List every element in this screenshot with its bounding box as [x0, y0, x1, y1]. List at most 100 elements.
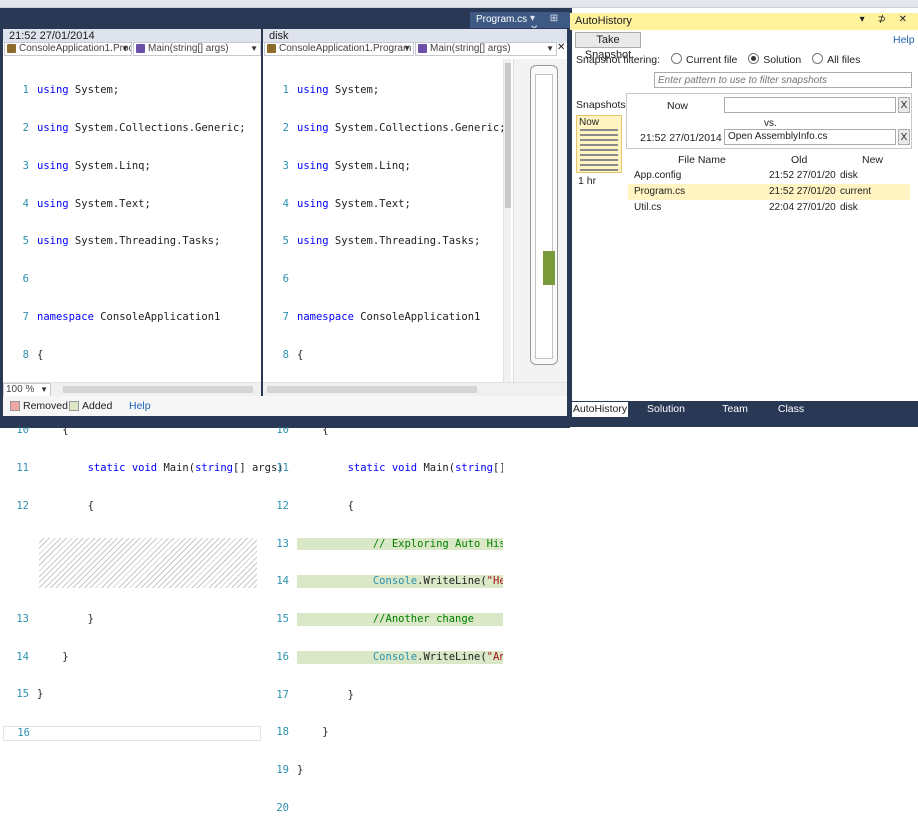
code-line: 1 using System; [22, 84, 120, 97]
code-line: 3 using System.Linq; [22, 159, 151, 172]
snapshot-now-label: Now [579, 117, 600, 128]
snapshots-label: Snapshots [576, 99, 626, 111]
column-new[interactable]: New [862, 154, 883, 166]
clear-bottom-button[interactable]: X [898, 129, 910, 145]
compare-top-label: Now [667, 100, 689, 112]
clear-top-button[interactable]: X [898, 97, 910, 113]
left-class-combo[interactable]: ConsoleApplication1.Proc ▼ [4, 42, 132, 56]
cell-new: disk [840, 170, 858, 181]
removed-label: Removed [23, 400, 68, 412]
scroll-thumb[interactable] [63, 386, 253, 393]
code-line-added: 16 Console.WriteLine("Anothe [263, 650, 503, 664]
overview-added-marker [543, 251, 555, 285]
tab-class-view[interactable]: Class View [767, 402, 815, 430]
snapshot-filtering: Snapshot filtering: Current file Solutio… [576, 53, 860, 66]
cell-new: disk [840, 202, 858, 213]
table-row-selected[interactable]: Program.cs 21:52 27/01/20 current [628, 184, 910, 200]
radio-solution[interactable]: Solution [748, 53, 801, 66]
compare-bottom-label: 21:52 27/01/2014 [640, 132, 722, 144]
snapshot-now[interactable]: Now [576, 115, 622, 173]
left-pane-header: 21:52 27/01/2014 [3, 29, 261, 43]
code-line: 1 using System; [282, 84, 380, 97]
cell-file: App.config [634, 170, 682, 181]
code-line-added: 13 // Exploring Auto History [263, 537, 503, 551]
combo-value: Main(string[] args) [148, 43, 229, 54]
toolbar-strip [0, 0, 918, 8]
code-line: 2 using System.Collections.Generic; [282, 121, 503, 134]
class-icon [7, 44, 16, 53]
code-line: 5 using System.Threading.Tasks; [22, 235, 221, 248]
code-line: 6 [22, 273, 29, 286]
right-class-combo[interactable]: ConsoleApplication1.Program ▼ [264, 42, 414, 56]
chevron-down-icon: ▼ [121, 44, 129, 53]
right-member-combo[interactable]: Main(string[] args) ▼ [415, 42, 557, 56]
table-row[interactable]: App.config 21:52 27/01/20 disk [628, 168, 910, 184]
column-file[interactable]: File Name [678, 154, 726, 166]
snapshot-1hr-label: 1 hr [578, 175, 597, 187]
tab-program-cs[interactable]: Program.cs ▾ ⊞ ✕ [470, 12, 570, 35]
tool-window-tabs: AutoHistory Solution Explorer Team Explo… [570, 401, 918, 430]
left-diff-pane: 21:52 27/01/2014 ConsoleApplication1.Pro… [3, 29, 284, 741]
filter-pattern-input[interactable] [654, 72, 912, 88]
left-horizontal-scrollbar[interactable]: 100 % ▼ [3, 382, 261, 397]
tab-label: Program.cs [476, 14, 528, 25]
combo-value: Main(string[] args) [430, 43, 511, 54]
table-header: File Name Old New [628, 153, 910, 167]
chevron-down-icon: ▼ [250, 44, 258, 53]
scroll-thumb[interactable] [267, 386, 477, 393]
filter-label: Snapshot filtering: [576, 54, 661, 66]
code-line: 4 using System.Text; [22, 197, 151, 210]
right-code[interactable]: 1 using System; 2 using System.Collections… [263, 59, 503, 840]
code-line: 5 using System.Threading.Tasks; [282, 235, 481, 248]
cell-file: Util.cs [634, 202, 662, 213]
removed-swatch [10, 401, 20, 411]
diff-overview-map[interactable] [513, 59, 567, 382]
compare-box: Now X vs. 21:52 27/01/2014 Open Assembly… [626, 93, 912, 149]
left-member-combo[interactable]: Main(string[] args) ▼ [133, 42, 261, 56]
chevron-down-icon: ▼ [546, 44, 554, 53]
compare-top-field[interactable] [724, 97, 896, 113]
code-line: 17 } [276, 688, 354, 701]
code-line: 8{ [282, 348, 304, 361]
column-old[interactable]: Old [791, 154, 807, 166]
radio-current-file[interactable]: Current file [670, 53, 737, 66]
diff-placeholder-hatch [39, 537, 257, 588]
tab-solution-explorer[interactable]: Solution Explorer [630, 402, 702, 430]
panel-controls-icon[interactable]: ▾ ⊅ ✕ [860, 14, 912, 25]
right-diff-pane: disk ConsoleApplication1.Program ▼ Main(… [263, 29, 567, 814]
diff-legend: Removed Added Help [3, 396, 567, 416]
help-link[interactable]: Help [893, 34, 915, 46]
right-horizontal-scrollbar[interactable] [263, 382, 567, 396]
cell-old: 21:52 27/01/20 [769, 170, 836, 181]
code-line: 6 [282, 273, 289, 286]
overview-track [535, 74, 553, 359]
zoom-combo[interactable]: 100 % ▼ [3, 383, 51, 397]
scroll-thumb[interactable] [505, 63, 511, 208]
right-vertical-scrollbar[interactable] [503, 59, 511, 382]
chevron-down-icon: ▼ [40, 385, 48, 394]
code-line: 18 } [276, 726, 329, 739]
take-snapshot-button[interactable]: Take Snapshot [575, 32, 641, 61]
code-line: 11 static void Main(string[] arg [276, 462, 503, 474]
code-line: 15} [16, 688, 44, 701]
radio-icon [812, 53, 824, 64]
changed-files-table: File Name Old New App.config 21:52 27/01… [628, 153, 910, 400]
code-line: 8{ [22, 348, 44, 361]
code-line: 20 [276, 802, 289, 815]
combo-value: ConsoleApplication1.Program [279, 43, 412, 54]
help-link[interactable]: Help [129, 400, 151, 412]
radio-selected-icon [748, 53, 760, 64]
tab-team-explorer[interactable]: Team Explorer [704, 402, 766, 430]
code-line: 2 using System.Collections.Generic; [22, 121, 246, 134]
status-strip [0, 418, 918, 427]
right-pane-header: disk [263, 29, 567, 43]
code-line: 19} [276, 764, 304, 777]
close-split-icon[interactable]: ✕ [557, 42, 567, 53]
cell-new: current [840, 186, 872, 197]
code-line-added: 15 //Another change [263, 613, 503, 626]
compare-bottom-field[interactable]: Open AssemblyInfo.cs [724, 129, 896, 145]
table-row[interactable]: Util.cs 22:04 27/01/20 disk [628, 200, 910, 216]
tab-autohistory[interactable]: AutoHistory [572, 402, 628, 417]
radio-all-files[interactable]: All files [812, 53, 860, 66]
method-icon [418, 44, 427, 53]
